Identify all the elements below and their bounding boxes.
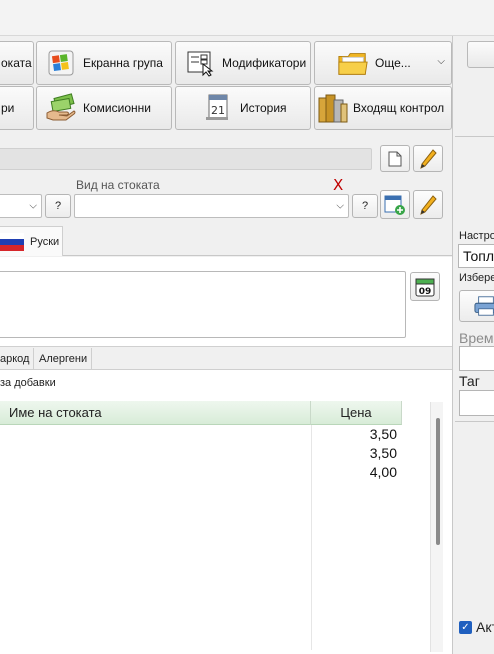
commissions-button[interactable]: Комисионни xyxy=(36,86,172,130)
stock-name-field[interactable] xyxy=(0,148,372,170)
commissions-label: Комисионни xyxy=(83,101,151,115)
money-hand-icon xyxy=(45,92,77,124)
settings-value: Топл xyxy=(463,248,494,264)
table-row-price[interactable]: 3,50 xyxy=(312,445,397,461)
incoming-control-button[interactable]: Входящ контрол xyxy=(314,86,452,130)
general-label: Още... xyxy=(375,56,411,70)
right-panel-divider xyxy=(455,136,494,137)
description-textarea[interactable] xyxy=(0,271,406,338)
stock-type-combo[interactable]: ⌵ xyxy=(74,194,349,218)
choose-label: Избере xyxy=(459,272,494,284)
folder-icon xyxy=(337,47,369,79)
new-document-button[interactable] xyxy=(380,145,410,172)
tab-allergens[interactable]: Алергени xyxy=(35,348,93,370)
column-header-price[interactable]: Цена xyxy=(311,401,402,425)
tab-barcode[interactable]: аркод xyxy=(0,348,35,370)
active-checkbox[interactable]: ✓ xyxy=(459,621,472,634)
column-header-price-label: Цена xyxy=(340,405,372,420)
window-titlebar xyxy=(0,0,494,36)
active-label: Акт xyxy=(476,619,494,635)
chevron-down-icon[interactable]: ⌵ xyxy=(437,56,445,67)
calendar-day: 09 xyxy=(419,287,432,297)
history-label: История xyxy=(240,101,287,115)
question-label: ? xyxy=(54,200,62,212)
incoming-control-label: Входящ контрол xyxy=(353,101,445,115)
screen-group-label: Екранна група xyxy=(83,56,163,70)
russian-flag-icon xyxy=(0,232,24,251)
stock-button-label: оката xyxy=(1,56,32,70)
tab-allergens-label: Алергени xyxy=(39,353,88,365)
settings-label: Настро xyxy=(459,230,494,242)
stock-type-label: Вид на стоката xyxy=(76,178,160,192)
svg-text:21: 21 xyxy=(211,104,225,117)
add-window-icon xyxy=(384,195,405,215)
screen-group-button[interactable]: Екранна група xyxy=(36,41,172,85)
windows-tiles-icon xyxy=(45,47,77,79)
right-panel-separator xyxy=(455,421,494,422)
language-tabstrip xyxy=(0,226,452,256)
category-help-button[interactable]: ? xyxy=(45,194,71,218)
edit-stock-type-button[interactable] xyxy=(413,190,443,219)
column-header-name[interactable]: Име на стоката xyxy=(0,401,311,425)
document-icon xyxy=(388,151,402,166)
stock-type-help-button[interactable]: ? xyxy=(352,194,378,218)
required-mark: X xyxy=(333,176,344,194)
stock-button[interactable]: оката xyxy=(0,41,34,85)
table-row-price[interactable]: 4,00 xyxy=(312,464,397,480)
history-button[interactable]: 21 История xyxy=(175,86,311,130)
printer-icon xyxy=(474,296,494,316)
column-header-name-label: Име на стоката xyxy=(9,405,102,420)
tab-russian-label: Руски xyxy=(30,235,60,248)
history-calendar-icon: 21 xyxy=(202,92,234,124)
tab-russian[interactable]: Руски xyxy=(0,226,63,256)
tag-field[interactable] xyxy=(459,390,494,416)
pencil-icon xyxy=(420,148,437,169)
question-label: ? xyxy=(361,200,369,212)
calendar-button[interactable]: 09 xyxy=(410,272,440,301)
general-button[interactable]: Още... ⌵ xyxy=(314,41,452,85)
category-combo[interactable]: ⌵ xyxy=(0,194,42,218)
table-row-price[interactable]: 3,50 xyxy=(312,426,397,442)
categories-label: ри xyxy=(1,101,15,115)
grid-scrollbar-thumb[interactable] xyxy=(436,418,440,545)
modifiers-form-icon xyxy=(184,47,216,79)
modifiers-button[interactable]: Модификатори xyxy=(175,41,311,85)
tag-label: Таг xyxy=(459,373,480,389)
pencil-icon xyxy=(420,194,437,215)
calendar-icon: 09 xyxy=(415,278,435,297)
right-panel-top-button[interactable] xyxy=(467,41,494,68)
print-button[interactable] xyxy=(459,290,494,322)
filter-text: за добавки xyxy=(0,377,56,389)
add-stock-type-button[interactable] xyxy=(380,190,410,219)
books-icon xyxy=(317,92,349,124)
edit-name-button[interactable] xyxy=(413,145,443,172)
modifiers-label: Модификатори xyxy=(222,56,307,70)
chevron-down-icon: ⌵ xyxy=(336,200,344,212)
panel-divider xyxy=(452,36,453,654)
time-label: Време xyxy=(459,330,494,346)
time-field[interactable] xyxy=(459,346,494,371)
settings-combo[interactable]: Топл xyxy=(458,244,494,268)
tab-barcode-label: аркод xyxy=(0,353,30,365)
categories-button[interactable]: ри xyxy=(0,86,34,130)
chevron-down-icon: ⌵ xyxy=(29,200,37,212)
